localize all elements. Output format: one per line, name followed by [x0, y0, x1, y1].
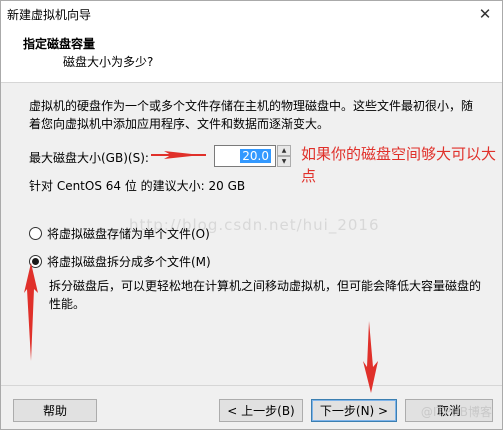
- max-size-value: 20.0: [240, 149, 271, 163]
- next-button[interactable]: 下一步(N) >: [311, 399, 397, 422]
- size-spinner: ▲ ▼: [277, 145, 291, 167]
- arrow-to-next-button: [363, 321, 378, 393]
- max-size-label: 最大磁盘大小(GB)(S):: [29, 151, 149, 165]
- annotation-text: 如果你的磁盘空间够大可以大点: [301, 145, 497, 185]
- close-icon[interactable]: ✕: [474, 4, 496, 24]
- split-description: 拆分磁盘后，可以更轻松地在计算机之间移动虚拟机，但可能会降低大容量磁盘的性能。: [49, 279, 482, 311]
- wizard-window: 新建虚拟机向导 ✕ 指定磁盘容量 磁盘大小为多少? 虚拟机的硬盘作为一个或多个文…: [0, 0, 503, 430]
- radio-split-indicator[interactable]: [29, 255, 42, 268]
- radio-single-indicator[interactable]: [29, 227, 42, 240]
- radio-single-file[interactable]: 将虚拟磁盘存储为单个文件(O): [29, 225, 210, 242]
- page-title: 指定磁盘容量: [23, 37, 96, 51]
- max-size-input[interactable]: 20.0: [214, 145, 276, 167]
- radio-split-label: 将虚拟磁盘拆分成多个文件(M): [47, 255, 211, 269]
- arrow-to-size-input: [164, 151, 201, 159]
- arrow-to-split-radio: [24, 263, 38, 361]
- title-bar: 新建虚拟机向导 ✕: [1, 1, 502, 27]
- back-button[interactable]: < 上一步(B): [219, 399, 303, 422]
- help-button[interactable]: 帮助: [13, 399, 97, 422]
- disk-description: 虚拟机的硬盘作为一个或多个文件存储在主机的物理磁盘中。这些文件最初很小，随着您向…: [29, 99, 474, 131]
- radio-split-files[interactable]: 将虚拟磁盘拆分成多个文件(M): [29, 253, 211, 270]
- spin-down-icon[interactable]: ▼: [277, 156, 291, 167]
- page-subtitle: 磁盘大小为多少?: [63, 55, 154, 69]
- window-title: 新建虚拟机向导: [7, 7, 92, 22]
- spin-up-icon[interactable]: ▲: [277, 145, 291, 156]
- radio-single-label: 将虚拟磁盘存储为单个文件(O): [47, 227, 210, 241]
- wizard-header: 指定磁盘容量 磁盘大小为多少?: [1, 27, 502, 83]
- footer-divider: [1, 385, 502, 386]
- footer-watermark: @ITPUB博客: [420, 405, 492, 419]
- recommended-size: 针对 CentOS 64 位 的建议大小: 20 GB: [29, 179, 246, 193]
